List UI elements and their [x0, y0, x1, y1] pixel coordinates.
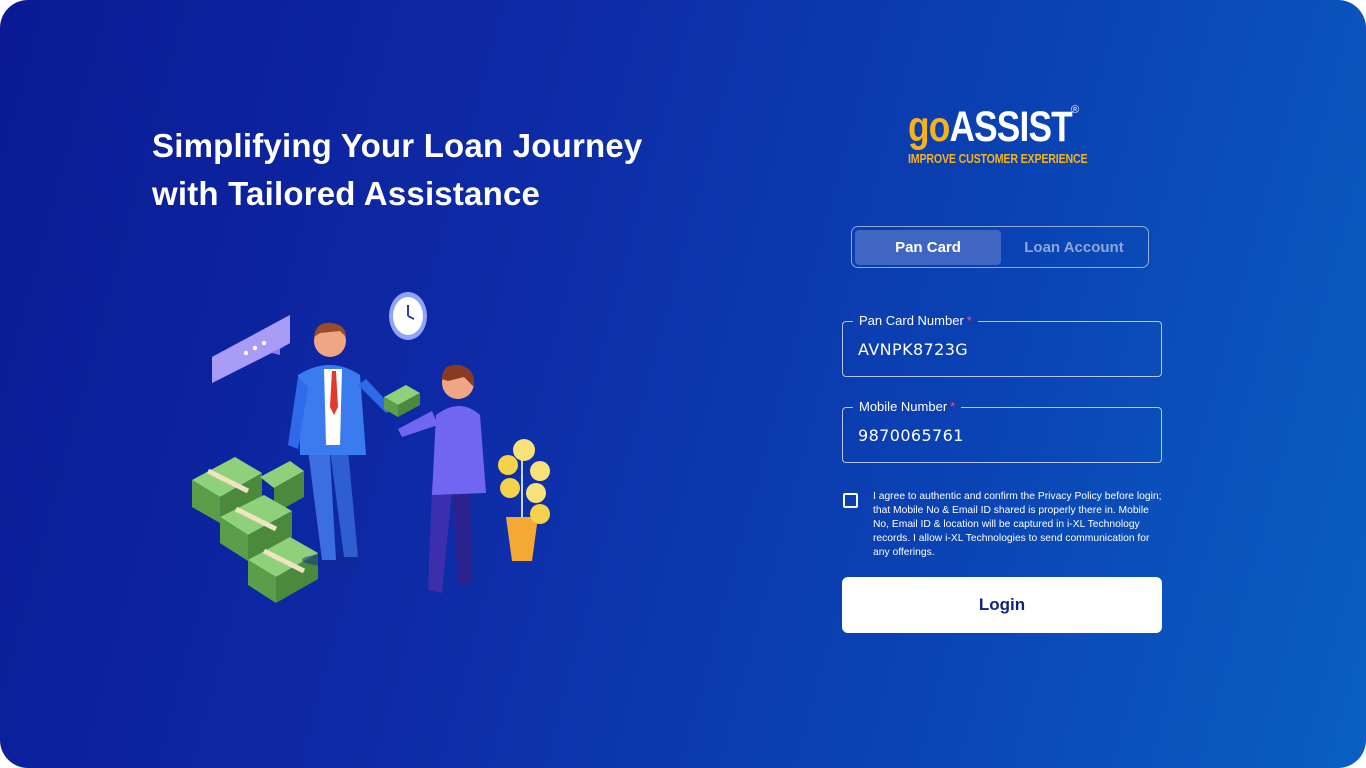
- required-asterisk: *: [950, 399, 956, 414]
- goassist-logo: goASSIST ® IMPROVE CUSTOMER EXPERIENCE: [908, 102, 1088, 172]
- pan-card-input[interactable]: [858, 336, 1148, 362]
- logo-prefix: go: [908, 103, 950, 151]
- tab-loan-account[interactable]: Loan Account: [1001, 230, 1147, 265]
- mobile-number-label-text: Mobile Number: [859, 399, 948, 414]
- required-asterisk: *: [966, 313, 972, 328]
- logo-tagline: IMPROVE CUSTOMER EXPERIENCE: [908, 152, 1088, 166]
- pan-card-label-text: Pan Card Number: [859, 313, 964, 328]
- mobile-number-field: Mobile Number *: [842, 399, 1162, 463]
- login-method-tabs: Pan Card Loan Account: [851, 226, 1149, 268]
- hero-title: Simplifying Your Loan Journey with Tailo…: [152, 122, 712, 218]
- agreement-text: I agree to authentic and confirm the Pri…: [873, 491, 1162, 558]
- login-page: Simplifying Your Loan Journey with Tailo…: [0, 0, 1366, 768]
- logo-wordmark: goASSIST: [908, 102, 1073, 152]
- cash-bundle-icon: [384, 385, 420, 417]
- mobile-number-label: Mobile Number *: [853, 399, 962, 415]
- mobile-number-input[interactable]: [858, 422, 1148, 448]
- loan-assistance-illustration: [192, 292, 550, 603]
- money-plant-icon: [498, 439, 550, 561]
- hero-title-line-1: Simplifying Your Loan Journey: [152, 127, 643, 164]
- pan-card-label: Pan Card Number *: [853, 313, 978, 329]
- money-stacks-icon: [192, 457, 318, 603]
- agreement-checkbox[interactable]: [843, 493, 858, 508]
- tab-pan-card[interactable]: Pan Card: [855, 230, 1001, 265]
- registered-mark: ®: [1071, 104, 1080, 116]
- logo-main-text: ASSIST: [949, 103, 1072, 151]
- pan-card-field: Pan Card Number *: [842, 313, 1162, 377]
- clock-icon: [389, 292, 427, 340]
- businessman-figure: [288, 322, 394, 566]
- hero-title-line-2: with Tailored Assistance: [152, 175, 541, 212]
- login-button[interactable]: Login: [842, 577, 1162, 633]
- chat-bubble-icon: [212, 315, 290, 383]
